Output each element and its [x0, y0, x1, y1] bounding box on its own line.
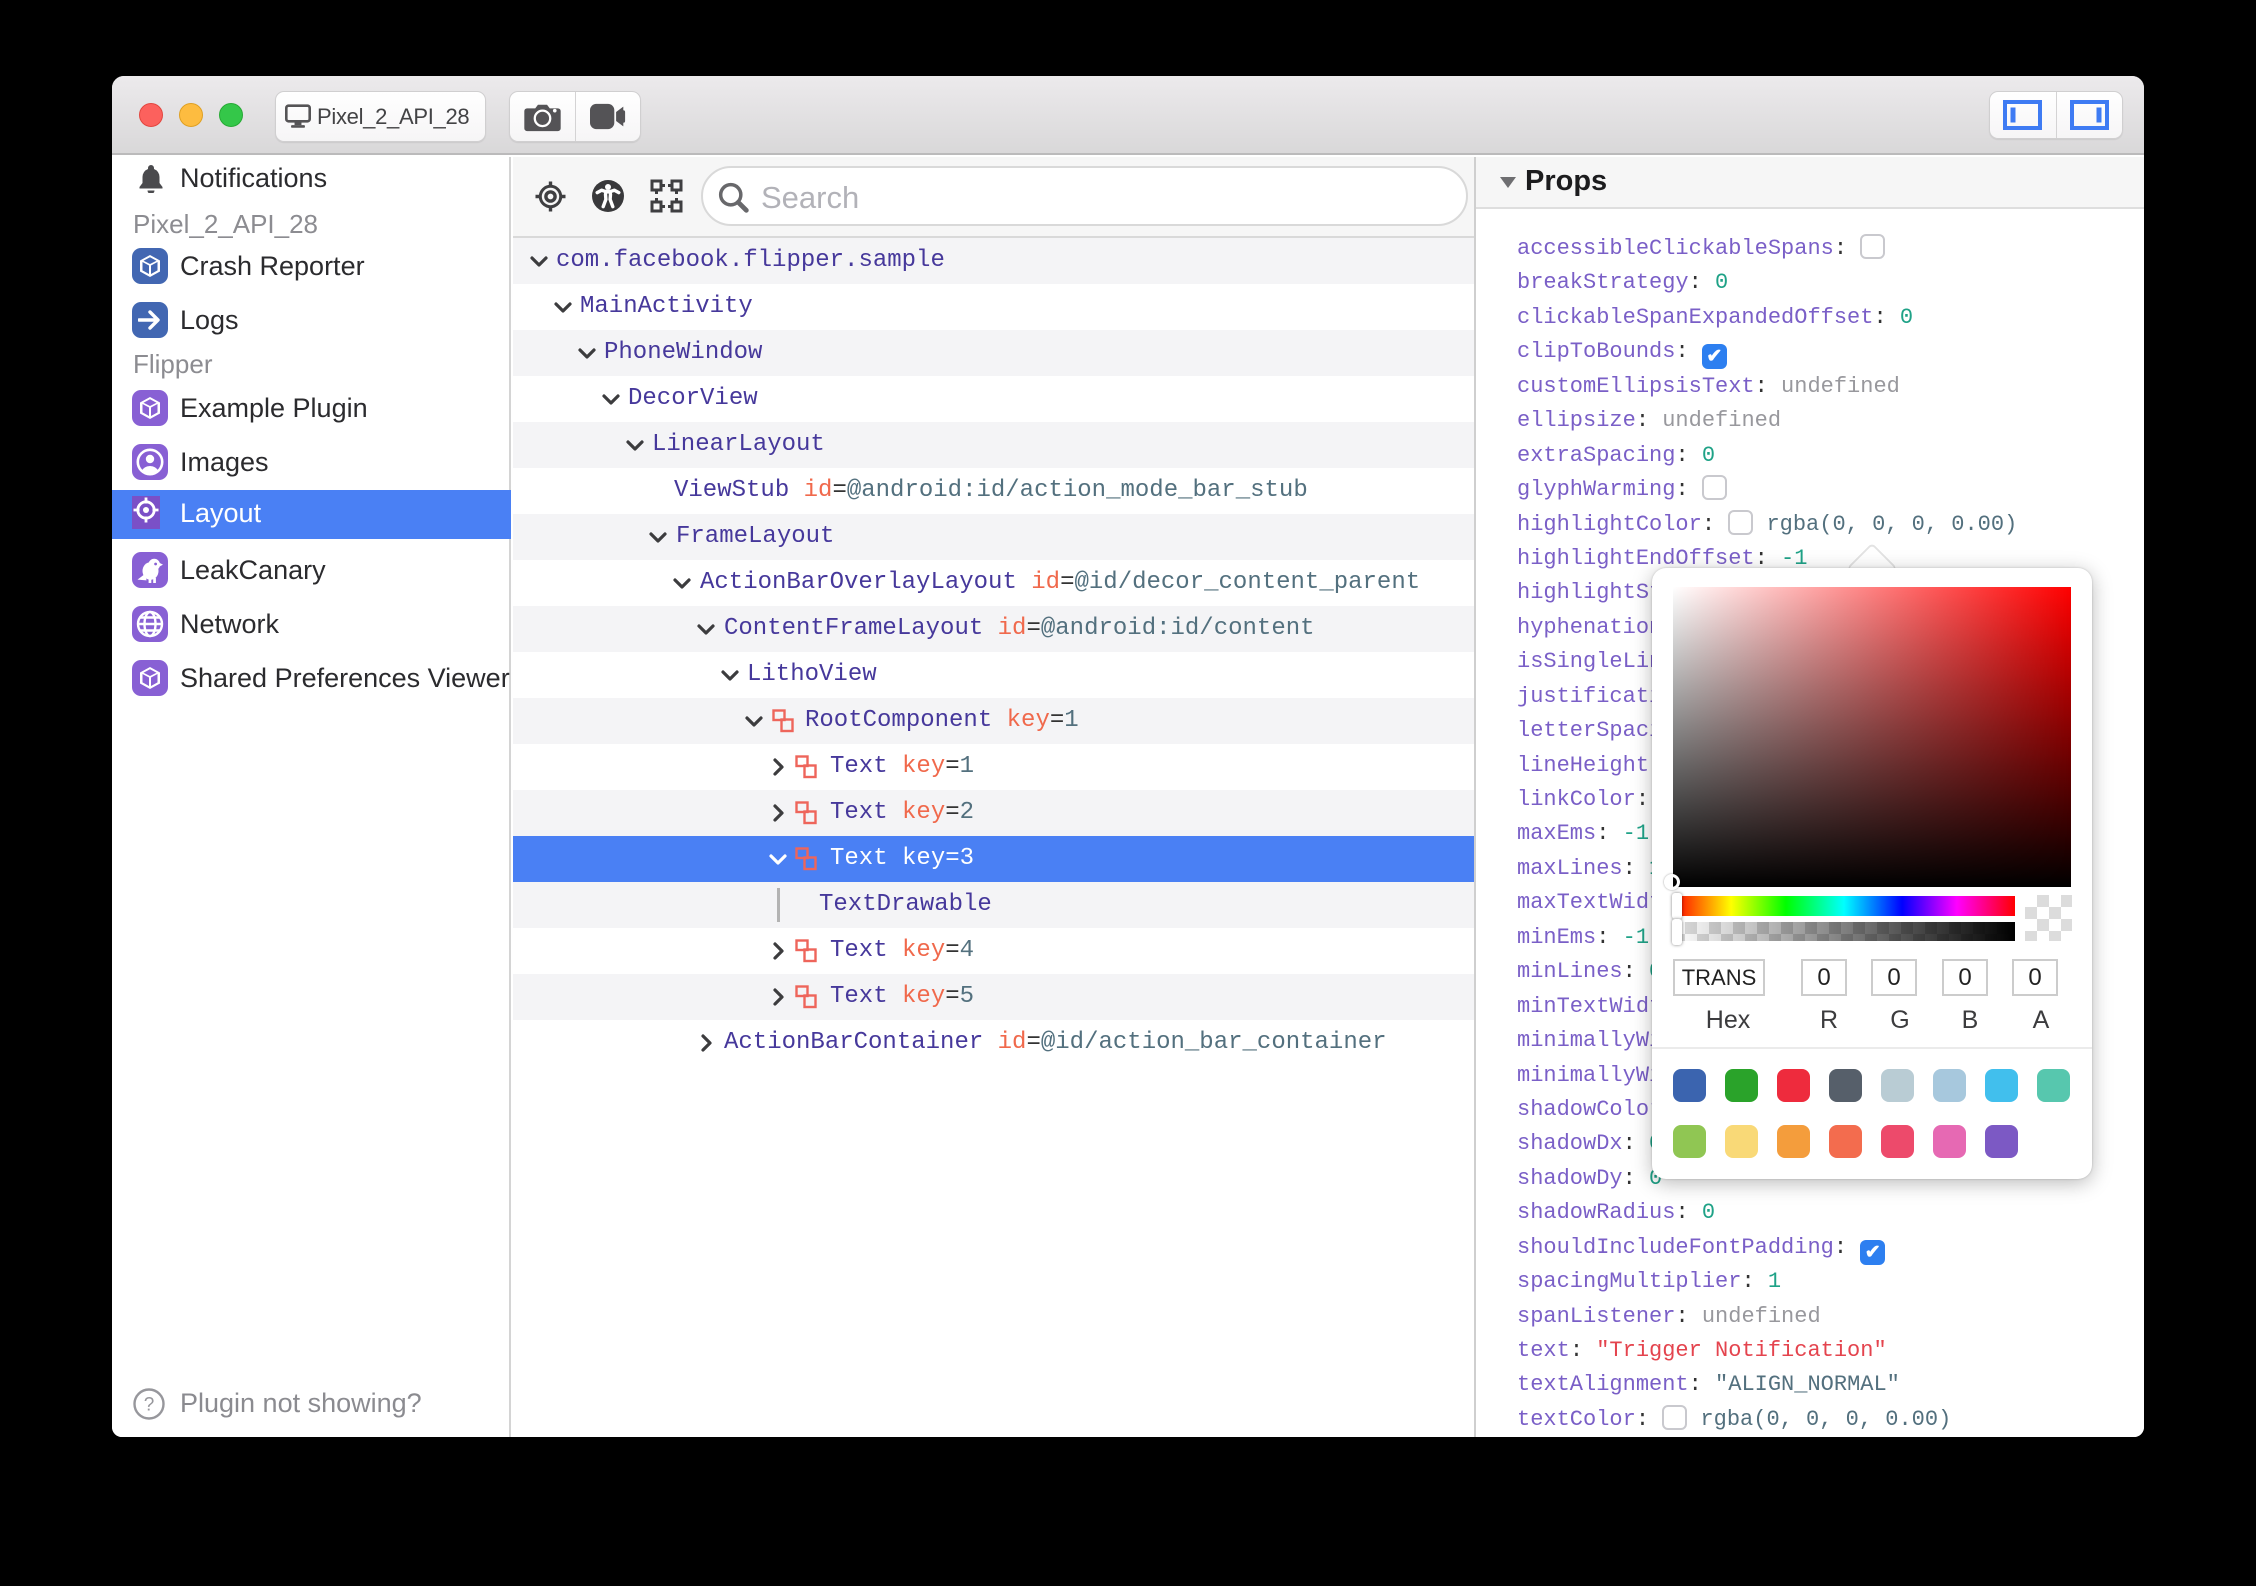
svg-text:?: ?: [144, 1395, 155, 1416]
